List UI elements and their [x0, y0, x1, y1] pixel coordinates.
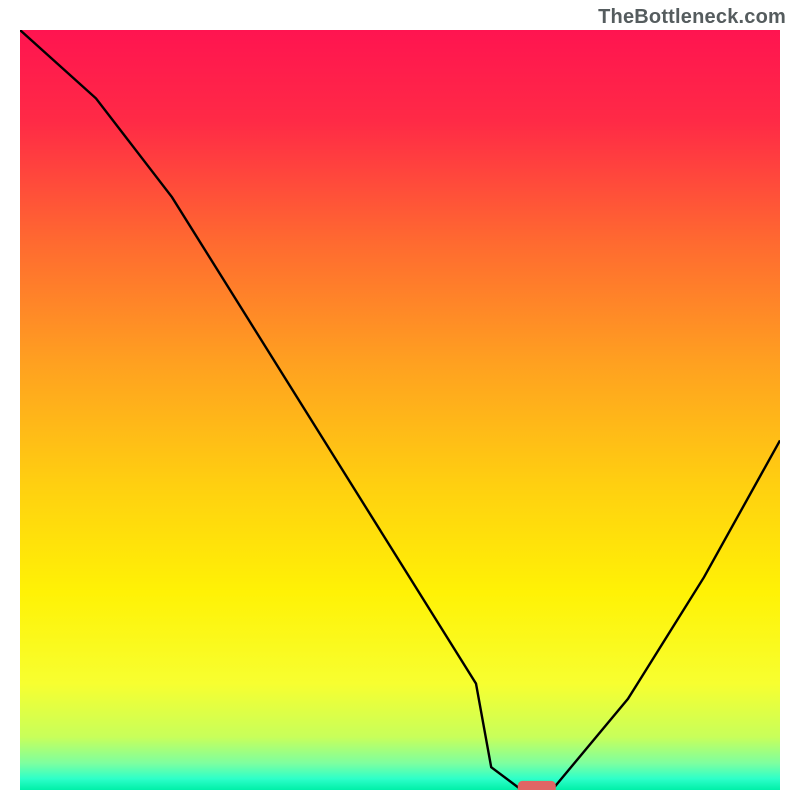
bottleneck-chart: TheBottleneck.com: [0, 0, 800, 800]
minimum-marker: [518, 781, 556, 790]
gradient-background: [20, 30, 780, 790]
plot-area: [20, 30, 780, 790]
watermark-label: TheBottleneck.com: [598, 6, 786, 29]
